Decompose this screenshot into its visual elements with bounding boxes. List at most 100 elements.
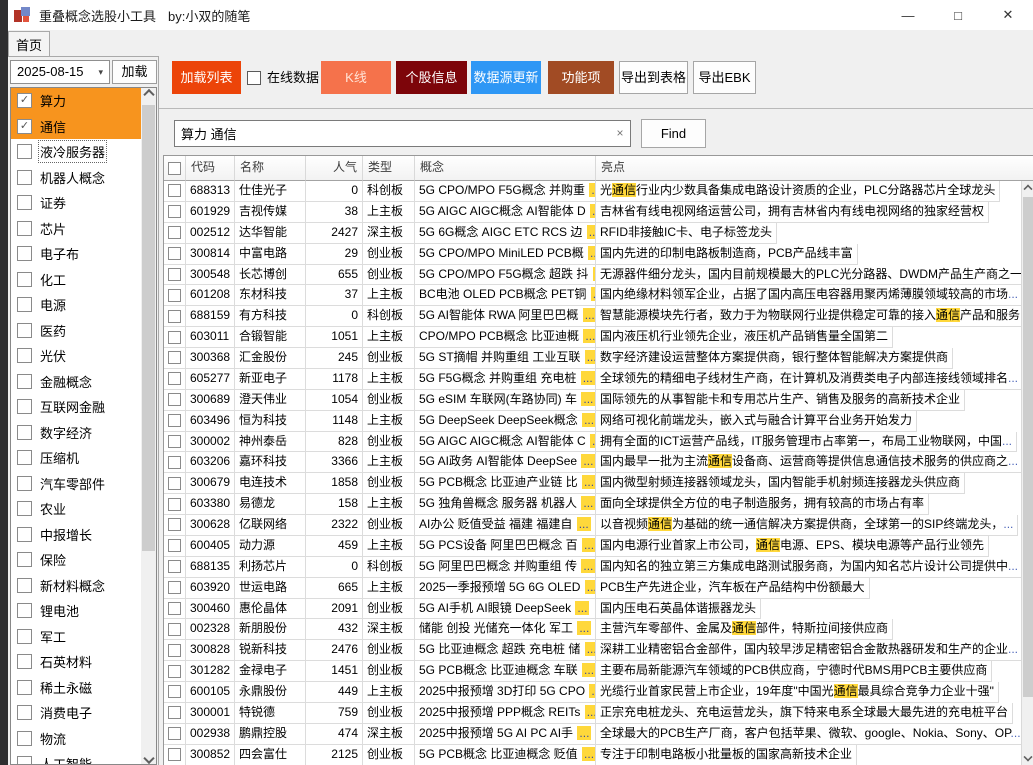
row-select-cell[interactable] xyxy=(164,536,186,557)
close-icon[interactable]: ✕ xyxy=(983,0,1033,30)
row-checkbox[interactable] xyxy=(168,247,181,260)
row-checkbox[interactable] xyxy=(168,289,181,302)
sidebar-item-checkbox[interactable] xyxy=(17,450,32,465)
sidebar-item-消费电子[interactable]: 消费电子 xyxy=(11,700,141,726)
sidebar-item-算力[interactable]: ✓算力 xyxy=(11,88,141,114)
row-select-cell[interactable] xyxy=(164,494,186,515)
row-select-cell[interactable] xyxy=(164,348,186,369)
row-checkbox[interactable] xyxy=(168,226,181,239)
row-select-cell[interactable] xyxy=(164,285,186,306)
sidebar-item-checkbox[interactable] xyxy=(17,272,32,287)
column-header-6[interactable]: 亮点 xyxy=(596,156,1033,181)
minimize-icon[interactable]: — xyxy=(883,0,933,30)
sidebar-item-checkbox[interactable] xyxy=(17,348,32,363)
table-row[interactable]: 300628亿联网络2322创业板AI办公 贬值受益 福建 福建自 ...以音视… xyxy=(164,515,1021,536)
row-checkbox[interactable] xyxy=(168,727,181,740)
load-date-button[interactable]: 加载 xyxy=(112,60,157,84)
row-select-cell[interactable] xyxy=(164,411,186,432)
table-row[interactable]: 603920世运电路665上主板2025一季报预增 5G 6G OLED ...… xyxy=(164,578,1021,599)
column-header-4[interactable]: 类型 xyxy=(363,156,415,181)
table-row[interactable]: 002938鹏鼎控股474深主板2025中报预增 5G AI PC AI手 ..… xyxy=(164,724,1021,745)
table-row[interactable]: 300002神州泰岳828创业板5G AIGC AIGC概念 AI智能体 C .… xyxy=(164,432,1021,453)
sidebar-item-电子布[interactable]: 电子布 xyxy=(11,241,141,267)
row-checkbox[interactable] xyxy=(168,393,181,406)
stock-info-button[interactable]: 个股信息 xyxy=(396,61,467,94)
sidebar-item-checkbox[interactable]: ✓ xyxy=(17,93,32,108)
table-row[interactable]: 300001特锐德759创业板2025中报预增 PPP概念 REITs ...正… xyxy=(164,703,1021,724)
sidebar-item-checkbox[interactable] xyxy=(17,501,32,516)
load-list-button[interactable]: 加载列表 xyxy=(172,61,241,94)
sidebar-item-checkbox[interactable] xyxy=(17,323,32,338)
row-select-cell[interactable] xyxy=(164,265,186,286)
sidebar-item-checkbox[interactable] xyxy=(17,170,32,185)
sidebar-item-checkbox[interactable] xyxy=(17,246,32,261)
sidebar-item-checkbox[interactable] xyxy=(17,578,32,593)
sidebar-item-checkbox[interactable] xyxy=(17,705,32,720)
sidebar-item-中报增长[interactable]: 中报增长 xyxy=(11,522,141,548)
table-row[interactable]: 600405动力源459上主板5G PCS设备 阿里巴巴概念 百 ...国内电源… xyxy=(164,536,1021,557)
sidebar-item-农业[interactable]: 农业 xyxy=(11,496,141,522)
scroll-down-icon[interactable] xyxy=(1022,750,1033,764)
find-button[interactable]: Find xyxy=(641,119,706,148)
sidebar-item-保险[interactable]: 保险 xyxy=(11,547,141,573)
row-checkbox[interactable] xyxy=(168,414,181,427)
select-all-checkbox[interactable] xyxy=(168,162,181,175)
row-checkbox[interactable] xyxy=(168,748,181,761)
row-select-cell[interactable] xyxy=(164,390,186,411)
row-checkbox[interactable] xyxy=(168,205,181,218)
table-row[interactable]: 300814中富电路29创业板5G CPO/MPO MiniLED PCB概 .… xyxy=(164,244,1021,265)
table-row[interactable]: 300548长芯博创655创业板5G CPO/MPO F5G概念 超跌 抖 ..… xyxy=(164,265,1021,286)
tab-home[interactable]: 首页 xyxy=(8,31,50,56)
row-checkbox[interactable] xyxy=(168,498,181,511)
row-select-cell[interactable] xyxy=(164,661,186,682)
clear-search-icon[interactable]: × xyxy=(611,120,629,147)
row-select-cell[interactable] xyxy=(164,640,186,661)
row-select-cell[interactable] xyxy=(164,745,186,765)
row-checkbox[interactable] xyxy=(168,435,181,448)
row-checkbox[interactable] xyxy=(168,602,181,615)
sidebar-item-checkbox[interactable] xyxy=(17,297,32,312)
row-select-cell[interactable] xyxy=(164,244,186,265)
sidebar-item-证券[interactable]: 证券 xyxy=(11,190,141,216)
row-select-cell[interactable] xyxy=(164,473,186,494)
table-scrollbar[interactable] xyxy=(1021,181,1033,765)
table-row[interactable]: 600105永鼎股份449上主板2025中报预增 3D打印 5G CPO ...… xyxy=(164,682,1021,703)
sidebar-item-通信[interactable]: ✓通信 xyxy=(11,114,141,140)
row-checkbox[interactable] xyxy=(168,560,181,573)
search-input[interactable] xyxy=(174,120,631,147)
row-checkbox[interactable] xyxy=(168,310,181,323)
table-row[interactable]: 601929吉视传媒38上主板5G AIGC AIGC概念 AI智能体 D ..… xyxy=(164,202,1021,223)
column-header-1[interactable]: 代码 xyxy=(186,156,235,181)
table-row[interactable]: 688135利扬芯片0科创板5G 阿里巴巴概念 并购重组 传 ...国内知名的独… xyxy=(164,557,1021,578)
sidebar-item-人工智能[interactable]: 人工智能 xyxy=(11,751,141,764)
table-row[interactable]: 688159有方科技0科创板5G AI智能体 RWA 阿里巴巴概 ...智慧能源… xyxy=(164,306,1021,327)
row-checkbox[interactable] xyxy=(168,518,181,531)
sidebar-item-checkbox[interactable] xyxy=(17,654,32,669)
scroll-up-icon[interactable] xyxy=(1022,182,1033,196)
kline-button[interactable]: K线 xyxy=(321,61,391,94)
row-checkbox[interactable] xyxy=(168,372,181,385)
row-checkbox[interactable] xyxy=(168,456,181,469)
row-select-cell[interactable] xyxy=(164,682,186,703)
row-select-cell[interactable] xyxy=(164,369,186,390)
column-header-2[interactable]: 名称 xyxy=(235,156,306,181)
table-row[interactable]: 002328新朋股份432深主板储能 创投 光储充一体化 军工 ...主营汽车零… xyxy=(164,619,1021,640)
sidebar-scrollbar-thumb[interactable] xyxy=(142,105,155,551)
sidebar-item-checkbox[interactable] xyxy=(17,731,32,746)
sidebar-item-checkbox[interactable] xyxy=(17,629,32,644)
sidebar-item-石英材料[interactable]: 石英材料 xyxy=(11,649,141,675)
scroll-down-icon[interactable] xyxy=(141,749,156,764)
column-header-5[interactable]: 概念 xyxy=(415,156,596,181)
sidebar-item-液冷服务器[interactable]: 液冷服务器 xyxy=(11,139,141,165)
table-row[interactable]: 300828锐新科技2476创业板5G 比亚迪概念 超跌 充电桩 储 ...深耕… xyxy=(164,640,1021,661)
sidebar-item-机器人概念[interactable]: 机器人概念 xyxy=(11,165,141,191)
row-checkbox[interactable] xyxy=(168,539,181,552)
table-row[interactable]: 002512达华智能2427深主板5G 6G概念 AIGC ETC RCS 边 … xyxy=(164,223,1021,244)
sidebar-item-checkbox[interactable] xyxy=(17,221,32,236)
table-scrollbar-thumb[interactable] xyxy=(1023,197,1033,697)
sidebar-item-checkbox[interactable] xyxy=(17,756,32,764)
sidebar-item-汽车零部件[interactable]: 汽车零部件 xyxy=(11,471,141,497)
column-header-3[interactable]: 人气 xyxy=(306,156,363,181)
row-checkbox[interactable] xyxy=(168,184,181,197)
sidebar-item-压缩机[interactable]: 压缩机 xyxy=(11,445,141,471)
